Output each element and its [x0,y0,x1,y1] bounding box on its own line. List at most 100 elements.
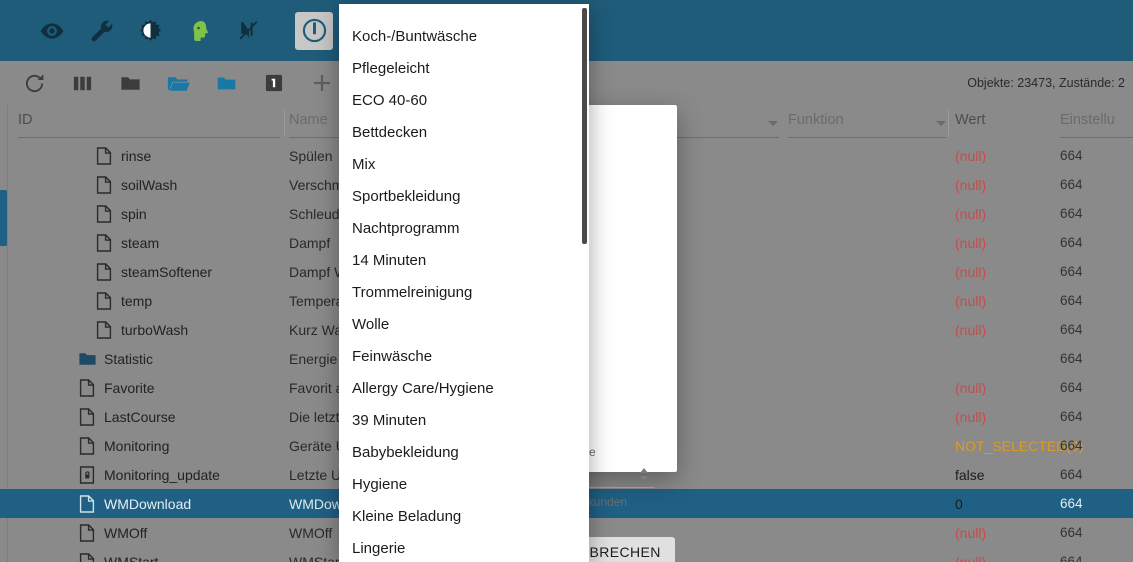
file-icon [95,320,113,339]
folder-open-icon[interactable] [158,63,198,103]
column-underline-id [18,137,280,138]
row-id: spin [121,205,147,222]
plus-icon[interactable] [302,63,342,103]
row-id: soilWash [121,176,178,193]
row-id: WMOff [104,524,148,541]
dropdown-item[interactable]: Trommelreinigung [339,276,589,308]
dropdown-item[interactable]: Lingerie [339,532,589,562]
row-value[interactable]: (null) [955,206,986,222]
row-name: Geräte Ü [289,437,346,454]
folder-filled-icon[interactable] [206,63,246,103]
row-value[interactable]: (null) [955,177,986,193]
no-sound-icon[interactable] [226,9,270,53]
file-icon [95,175,113,194]
dropdown-scrollbar-thumb[interactable] [582,8,587,244]
dropdown-item[interactable]: Mix [339,148,589,180]
row-value[interactable]: (null) [955,264,986,280]
row-name: Die letzt [289,408,340,425]
dropdown-item[interactable]: Allergy Care/Hygiene [339,372,589,404]
expire-stepper[interactable] [637,464,651,484]
row-id: Monitoring [104,437,170,454]
dropdown-item[interactable]: 39 Minuten [339,404,589,436]
chevron-down-icon-name[interactable] [768,121,778,126]
folder-icon [78,350,96,368]
column-separator-2[interactable] [948,109,949,135]
row-setting: 664 [1060,351,1083,366]
file-icon [78,494,96,513]
folder-closed-icon[interactable] [110,63,150,103]
row-value[interactable]: (null) [955,235,986,251]
file-icon [95,233,113,252]
file-icon [78,407,96,426]
row-name: Tempera [289,292,344,309]
row-setting: 664 [1060,554,1083,562]
row-value[interactable]: (null) [955,380,986,396]
column-separator-1[interactable] [284,109,285,135]
row-name: WMStar [289,553,340,562]
row-id: WMDownload [104,495,192,512]
dropdown-item[interactable]: Babybekleidung [339,436,589,468]
dropdown-item[interactable]: Hygiene [339,468,589,500]
column-header-einstellungen[interactable]: Einstellu [1060,112,1115,128]
wrench-icon[interactable] [79,9,123,53]
power-icon[interactable] [295,11,333,50]
column-underline-einstellungen [1060,137,1133,138]
column-header-wert[interactable]: Wert [955,112,985,128]
stepper-down-icon[interactable] [640,475,648,481]
row-name: Schleud [289,205,340,222]
dropdown-item[interactable]: Pflegeleicht [339,52,589,84]
row-setting: 664 [1060,496,1083,511]
dropdown-item[interactable]: Bettdecken [339,116,589,148]
row-setting: 664 [1060,177,1083,192]
file-icon [78,378,96,397]
row-setting: 664 [1060,235,1083,250]
row-id: turboWash [121,321,189,338]
depth-1-icon[interactable] [254,63,294,103]
column-header-name[interactable]: Name [289,112,328,128]
file-icon [95,146,113,165]
column-underline-funktion [788,137,946,138]
row-setting: 664 [1060,148,1083,163]
row-name: Energie [289,350,338,367]
sidebar-drag-handle[interactable] [0,190,7,246]
program-select-dropdown: Koch-/Buntwäsche Pflegeleicht ECO 40-60 Bet… [339,4,589,562]
contrast-icon[interactable] [128,9,172,53]
row-id: steam [121,234,160,251]
column-header-funktion[interactable]: Funktion [788,112,844,128]
dropdown-item[interactable]: Nachtprogramm [339,212,589,244]
dropdown-item[interactable]: 14 Minuten [339,244,589,276]
row-id: Monitoring_update [104,466,220,483]
row-value[interactable]: 0 [955,496,963,512]
row-value[interactable]: (null) [955,322,986,338]
columns-icon[interactable] [62,63,102,103]
row-setting: 664 [1060,293,1083,308]
row-value[interactable]: (null) [955,148,986,164]
row-name: WMOff [289,524,333,541]
head-icon[interactable] [177,9,221,53]
dropdown-item[interactable]: Kleine Beladung [339,500,589,532]
row-id: LastCourse [104,408,176,425]
row-setting: 664 [1060,380,1083,395]
row-value[interactable]: (null) [955,409,986,425]
dropdown-item[interactable]: Wolle [339,308,589,340]
row-value[interactable]: false [955,467,985,483]
chevron-down-icon-funktion[interactable] [936,121,946,126]
file-lock-icon [78,465,96,484]
file-icon [95,291,113,310]
file-icon [78,552,96,562]
refresh-icon[interactable] [14,63,54,103]
row-value[interactable]: (null) [955,554,986,562]
dropdown-item[interactable]: Feinwäsche [339,340,589,372]
dropdown-item[interactable]: ECO 40-60 [339,84,589,116]
stepper-up-icon[interactable] [640,467,648,473]
row-value[interactable]: (null) [955,293,986,309]
row-value[interactable]: (null) [955,525,986,541]
row-id: rinse [121,147,152,164]
column-header-id[interactable]: ID [18,112,33,128]
dropdown-item[interactable]: Sportbekleidung [339,180,589,212]
eye-icon[interactable] [30,9,74,53]
row-name: Letzte U [289,466,342,483]
row-name: Dampf [289,234,331,251]
dropdown-item[interactable]: Koch-/Buntwäsche [339,20,589,52]
row-id: steamSoftener [121,263,213,280]
